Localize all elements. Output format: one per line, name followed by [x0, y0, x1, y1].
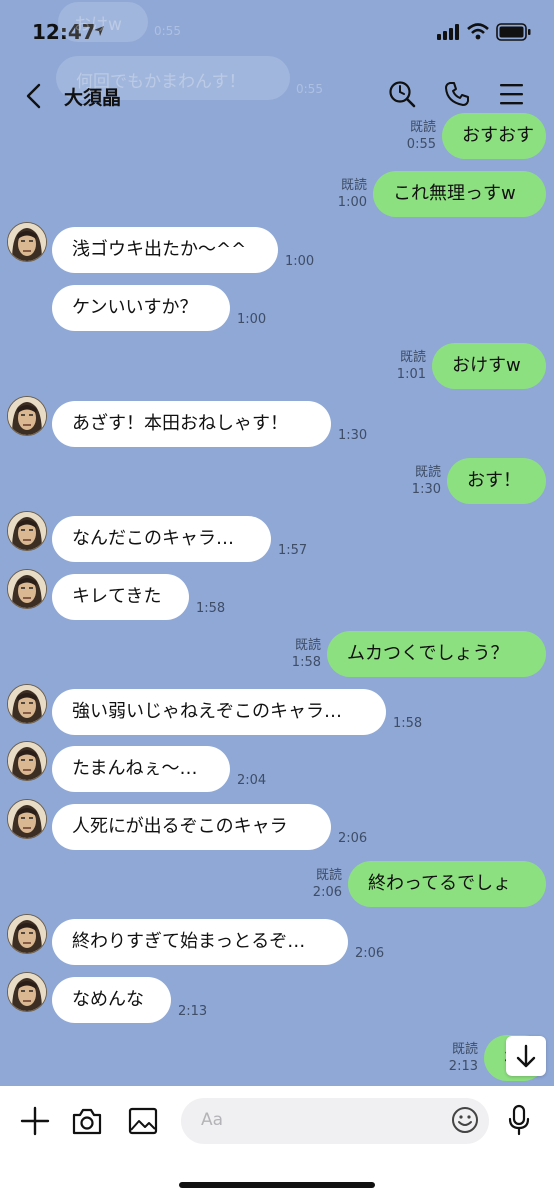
avatar[interactable]	[7, 799, 47, 839]
read-receipt: 既読	[451, 1042, 478, 1057]
message-time: 2:13	[448, 1059, 478, 1074]
sent-message-bubble[interactable]: おすおす	[442, 113, 546, 159]
avatar[interactable]	[7, 741, 47, 781]
message-time: 1:01	[396, 367, 426, 382]
message-meta: 既読 2:06	[313, 867, 342, 901]
camera-icon[interactable]	[71, 1106, 103, 1136]
scroll-to-bottom-button[interactable]	[506, 1036, 546, 1076]
mic-icon[interactable]	[507, 1104, 531, 1136]
avatar[interactable]	[7, 511, 47, 551]
message-time: 2:06	[355, 946, 385, 961]
sent-message-bubble[interactable]: おす！	[447, 458, 546, 504]
received-message-bubble[interactable]: ケンいいすか？	[52, 285, 230, 331]
received-message-bubble[interactable]: なめんな	[52, 977, 171, 1023]
message-meta: 既読 2:13	[449, 1041, 478, 1075]
message-time: 1:58	[291, 655, 321, 670]
received-message-bubble[interactable]: 終わりすぎて始まっとるぞ…	[52, 919, 348, 965]
message-time: 2:13	[178, 1004, 208, 1019]
received-message-bubble[interactable]: 強い弱いじゃねえぞこのキャラ…	[52, 689, 386, 735]
image-icon[interactable]	[127, 1106, 159, 1136]
sent-message-bubble[interactable]: 終わってるでしょ	[348, 861, 546, 907]
avatar[interactable]	[7, 396, 47, 436]
received-message-bubble[interactable]: あざす！本田おねしゃす！	[52, 401, 331, 447]
sent-message-bubble[interactable]: ムカつくでしょう？	[327, 631, 546, 677]
received-message-bubble[interactable]: キレてきた	[52, 574, 189, 620]
sent-message-bubble[interactable]: これ無理っすw	[373, 171, 546, 217]
avatar[interactable]	[7, 914, 47, 954]
message-meta: 既読 1:30	[412, 464, 441, 498]
message-meta: 既読 0:55	[407, 119, 436, 153]
message-time: 2:06	[312, 885, 342, 900]
avatar[interactable]	[7, 222, 47, 262]
message-meta: 既読 1:01	[397, 349, 426, 383]
message-time: 2:04	[237, 773, 267, 788]
input-placeholder: Aa	[201, 1110, 224, 1130]
message-time: 1:00	[337, 195, 367, 210]
received-message-bubble[interactable]: たまんねぇ〜…	[52, 746, 230, 792]
sent-message-bubble[interactable]: おけすw	[432, 343, 546, 389]
plus-icon[interactable]	[20, 1106, 50, 1136]
message-time: 1:58	[196, 601, 226, 616]
message-meta: 既読 1:00	[338, 177, 367, 211]
emoji-icon[interactable]	[451, 1106, 479, 1134]
message-time: 1:58	[393, 716, 423, 731]
message-time: 1:30	[411, 482, 441, 497]
read-receipt: 既読	[409, 120, 436, 135]
read-receipt: 既読	[414, 465, 441, 480]
received-message-bubble[interactable]: 浅ゴウキ出たか〜^^	[52, 227, 278, 273]
message-time: 1:30	[338, 428, 368, 443]
avatar[interactable]	[7, 684, 47, 724]
home-indicator	[179, 1182, 375, 1188]
read-receipt: 既読	[294, 638, 321, 653]
message-time: 1:00	[285, 254, 315, 269]
read-receipt: 既読	[340, 178, 367, 193]
avatar[interactable]	[7, 972, 47, 1012]
avatar[interactable]	[7, 569, 47, 609]
received-message-bubble[interactable]: なんだこのキャラ…	[52, 516, 271, 562]
message-input[interactable]	[181, 1098, 489, 1144]
arrow-down-icon	[516, 1044, 536, 1068]
message-time: 1:00	[237, 312, 267, 327]
read-receipt: 既読	[399, 350, 426, 365]
message-list[interactable]: おすおす 既読 0:55 これ無理っすw 既読 1:00 浅ゴウキ出たか〜^^ 1:00 ケンい…	[0, 0, 554, 1086]
message-meta: 既読 1:58	[292, 637, 321, 671]
read-receipt: 既読	[315, 868, 342, 883]
message-time: 2:06	[338, 831, 368, 846]
received-message-bubble[interactable]: 人死にが出るぞこのキャラ	[52, 804, 331, 850]
message-time: 0:55	[406, 137, 436, 152]
message-time: 1:57	[278, 543, 308, 558]
